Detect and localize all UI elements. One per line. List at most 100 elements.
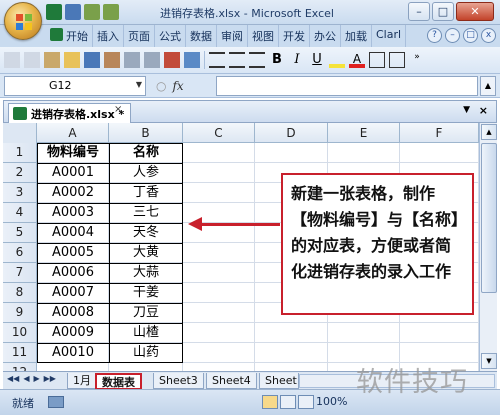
sheet-tab-data[interactable]: 数据表 xyxy=(95,373,142,390)
workbook-tab-close-icon[interactable]: × xyxy=(114,104,122,115)
office-button[interactable] xyxy=(4,2,42,40)
scroll-down-button[interactable]: ▼ xyxy=(481,353,497,369)
sheet-tab-sheet5[interactable]: Sheet xyxy=(259,373,299,389)
column-header-b[interactable]: B xyxy=(109,123,183,143)
italic-icon[interactable]: I xyxy=(289,52,305,68)
next-sheet-icon[interactable]: ▶ xyxy=(33,374,39,383)
font-color-icon[interactable]: A xyxy=(349,52,365,68)
cell-item-name[interactable]: 大黄 xyxy=(109,243,183,263)
select-all-corner[interactable] xyxy=(3,123,37,143)
workbook-close-icon[interactable]: × xyxy=(479,104,488,117)
tab-office[interactable]: 办公 xyxy=(310,25,341,47)
column-header-c[interactable]: C xyxy=(183,123,255,143)
sheet-tab-sheet4[interactable]: Sheet4 xyxy=(206,373,257,389)
formula-input[interactable] xyxy=(216,76,478,96)
cell-item-code[interactable]: A0007 xyxy=(37,283,109,303)
tab-view[interactable]: 视图 xyxy=(248,25,279,47)
cell-item-code[interactable]: A0002 xyxy=(37,183,109,203)
row-header-12[interactable]: 12 xyxy=(3,363,37,371)
column-header-e[interactable]: E xyxy=(328,123,400,143)
undo-icon[interactable] xyxy=(84,4,100,20)
header-cell-name[interactable]: 名称 xyxy=(109,143,183,163)
align-right-icon[interactable] xyxy=(249,52,265,68)
cell-item-code[interactable]: A0004 xyxy=(37,223,109,243)
save-file-icon[interactable] xyxy=(84,52,100,68)
cell-item-name[interactable]: 天冬 xyxy=(109,223,183,243)
workbook-list-dropdown[interactable]: ▼ xyxy=(463,105,470,115)
cell-item-code[interactable]: A0006 xyxy=(37,263,109,283)
redo-icon[interactable] xyxy=(103,4,119,20)
cell-item-code[interactable]: A0008 xyxy=(37,303,109,323)
ribbon-restore-icon[interactable]: □ xyxy=(463,28,478,43)
underline-icon[interactable]: U xyxy=(309,52,325,68)
cell-item-name[interactable]: 丁香 xyxy=(109,183,183,203)
close-button[interactable]: ✕ xyxy=(456,2,494,21)
maximize-button[interactable]: □ xyxy=(432,2,454,21)
tab-clarl[interactable]: Clarl xyxy=(372,25,407,47)
insert-function-button[interactable]: fx xyxy=(172,79,183,93)
tab-review[interactable]: 审阅 xyxy=(217,25,248,47)
ribbon-close-icon[interactable]: x xyxy=(481,28,496,43)
paste-icon[interactable] xyxy=(44,52,60,68)
tab-insert[interactable]: 插入 xyxy=(93,25,124,47)
minimize-button[interactable]: – xyxy=(408,2,430,21)
row-header-10[interactable]: 10 xyxy=(3,323,37,343)
copy-icon[interactable] xyxy=(24,52,40,68)
row-header-6[interactable]: 6 xyxy=(3,243,37,263)
column-header-d[interactable]: D xyxy=(255,123,328,143)
vertical-scrollbar[interactable]: ▲ ▼ xyxy=(479,123,497,371)
row-header-11[interactable]: 11 xyxy=(3,343,37,363)
borders-icon[interactable] xyxy=(369,52,385,68)
sheet-tab-1[interactable]: 1月 xyxy=(67,373,97,389)
cell-item-code[interactable]: A0003 xyxy=(37,203,109,223)
cell-item-code[interactable]: A0001 xyxy=(37,163,109,183)
page-layout-view-button[interactable] xyxy=(280,395,296,409)
tab-page[interactable]: 页面 xyxy=(124,25,155,47)
cell-item-name[interactable]: 大蒜 xyxy=(109,263,183,283)
tab-data[interactable]: 数据 xyxy=(186,25,217,47)
cell-item-code[interactable]: A0005 xyxy=(37,243,109,263)
merge-icon[interactable] xyxy=(389,52,405,68)
tab-formulas[interactable]: 公式 xyxy=(155,25,186,47)
bold-icon[interactable]: B xyxy=(269,52,285,68)
row-header-7[interactable]: 7 xyxy=(3,263,37,283)
align-left-icon[interactable] xyxy=(209,52,225,68)
zoom-level[interactable]: 100% xyxy=(316,395,347,408)
print-icon[interactable] xyxy=(144,52,160,68)
save-icon[interactable] xyxy=(65,4,81,20)
tab-addins[interactable]: 加载 xyxy=(341,25,372,47)
sort-icon[interactable] xyxy=(164,52,180,68)
macro-record-icon[interactable] xyxy=(48,396,64,408)
header-cell-item-code[interactable]: 物料编号 xyxy=(37,143,109,163)
scroll-up-button[interactable]: ▲ xyxy=(481,124,497,140)
scroll-thumb[interactable] xyxy=(481,143,497,293)
tab-developer[interactable]: 开发 xyxy=(279,25,310,47)
cell-item-name[interactable]: 山药 xyxy=(109,343,183,363)
row-header-5[interactable]: 5 xyxy=(3,223,37,243)
open-icon[interactable] xyxy=(64,52,80,68)
format-painter-icon[interactable] xyxy=(104,52,120,68)
formula-expand-button[interactable]: ▲ xyxy=(480,76,496,96)
row-header-1[interactable]: 1 xyxy=(3,143,37,163)
row-header-4[interactable]: 4 xyxy=(3,203,37,223)
cell-item-code[interactable]: A0010 xyxy=(37,343,109,363)
row-header-9[interactable]: 9 xyxy=(3,303,37,323)
cell-item-name[interactable]: 刀豆 xyxy=(109,303,183,323)
cell-item-name[interactable]: 山楂 xyxy=(109,323,183,343)
chevron-down-icon[interactable]: ▼ xyxy=(136,80,142,89)
row-header-3[interactable]: 3 xyxy=(3,183,37,203)
fill-color-icon[interactable] xyxy=(329,52,345,68)
sheet-tab-sheet3[interactable]: Sheet3 xyxy=(153,373,204,389)
cut-icon[interactable] xyxy=(4,52,20,68)
prev-sheet-icon[interactable]: ◀ xyxy=(23,374,29,383)
cell-item-code[interactable]: A0009 xyxy=(37,323,109,343)
normal-view-button[interactable] xyxy=(262,395,278,409)
cell-item-name[interactable]: 人参 xyxy=(109,163,183,183)
workbook-tab[interactable]: 进销存表格.xlsx * xyxy=(8,103,132,123)
column-header-f[interactable]: F xyxy=(400,123,479,143)
cell-item-name[interactable]: 干姜 xyxy=(109,283,183,303)
undo-toolbar-icon[interactable] xyxy=(184,52,200,68)
row-header-2[interactable]: 2 xyxy=(3,163,37,183)
row-header-8[interactable]: 8 xyxy=(3,283,37,303)
column-header-a[interactable]: A xyxy=(37,123,109,143)
